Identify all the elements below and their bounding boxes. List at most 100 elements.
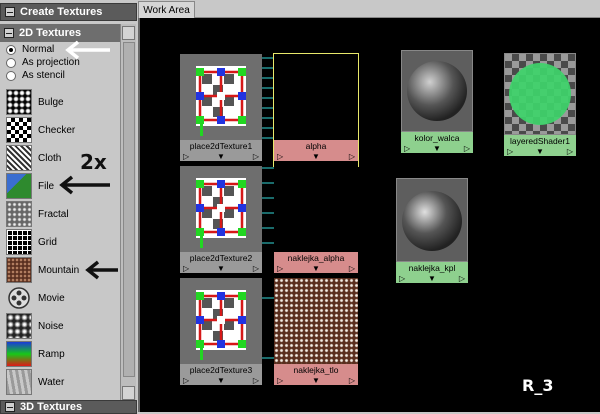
texture-label: alpha	[274, 140, 358, 151]
shader-node-naklejka-kpl[interactable]: naklejka_kpl ▷ ▼ ▷	[396, 178, 468, 288]
texture-item-noise[interactable]: Noise	[6, 312, 120, 340]
water-icon	[6, 369, 32, 395]
place2d-node-2[interactable]: place2dTexture2 ▷ ▼ ▷	[180, 166, 262, 278]
texture-item-ramp[interactable]: Ramp	[6, 340, 120, 368]
annotation-2x-label: 2x	[80, 150, 107, 174]
output-port-icon[interactable]: ▷	[253, 152, 259, 161]
texture-label: naklejka_tlo	[274, 364, 358, 375]
place2d-label: place2dTexture1	[180, 140, 262, 151]
expand-icon[interactable]: ▼	[217, 264, 225, 273]
node-controls[interactable]: ▷ ▼ ▷	[180, 263, 262, 273]
input-port-icon[interactable]: ▷	[507, 147, 513, 156]
output-port-icon[interactable]: ▷	[349, 264, 355, 273]
radio-normal[interactable]: Normal	[6, 44, 54, 55]
input-port-icon[interactable]: ▷	[399, 274, 405, 283]
shader-node-layeredshader1[interactable]: layeredShader1 ▷ ▼ ▷	[504, 53, 576, 161]
collapse-icon[interactable]	[4, 28, 14, 38]
texture-item-fractal[interactable]: Fractal	[6, 200, 120, 228]
texture-label: naklejka_alpha	[274, 252, 358, 263]
noise-icon	[6, 313, 32, 339]
place2d-swatch	[180, 54, 262, 140]
node-controls[interactable]: ▷ ▼ ▷	[401, 143, 473, 153]
sphere-icon	[509, 63, 571, 125]
scroll-down-icon[interactable]	[122, 386, 135, 400]
watermark-label: R_3	[522, 376, 554, 395]
hypershade-work-area[interactable]: place2dTexture1 ▷ ▼ ▷ place2dTexture2 ▷ ▼ ▷	[138, 18, 600, 412]
texture-item-grid[interactable]: Grid	[6, 228, 120, 256]
node-controls[interactable]: ▷ ▼ ▷	[396, 273, 468, 283]
output-port-icon[interactable]: ▷	[253, 264, 259, 273]
output-port-icon[interactable]: ▷	[349, 152, 355, 161]
input-port-icon[interactable]: ▷	[183, 376, 189, 385]
collapse-icon[interactable]	[5, 402, 15, 412]
place2d-icon	[196, 178, 246, 248]
texture-node-alpha[interactable]: alpha ▷ ▼ ▷	[273, 53, 359, 167]
input-port-icon[interactable]: ▷	[277, 264, 283, 273]
place2d-node-3[interactable]: place2dTexture3 ▷ ▼ ▷	[180, 278, 262, 390]
movie-icon	[6, 285, 32, 311]
input-port-icon[interactable]: ▷	[183, 152, 189, 161]
create-textures-panel: Create Textures 2D Textures Normal As pr…	[0, 0, 137, 414]
input-port-icon[interactable]: ▷	[277, 376, 283, 385]
tab-bar	[138, 0, 600, 18]
input-port-icon[interactable]: ▷	[404, 144, 410, 153]
texture-node-naklejka-alpha[interactable]: naklejka_alpha ▷ ▼ ▷	[274, 166, 358, 278]
cloth-icon	[6, 145, 32, 171]
fractal-icon	[6, 201, 32, 227]
shader-label: layeredShader1	[504, 135, 576, 146]
place2d-icon	[196, 66, 246, 136]
place2d-node-1[interactable]: place2dTexture1 ▷ ▼ ▷	[180, 54, 262, 166]
shader-swatch	[396, 178, 468, 262]
collapse-icon[interactable]	[5, 7, 15, 17]
node-controls[interactable]: ▷ ▼ ▷	[180, 151, 262, 161]
texture-item-water[interactable]: Water	[6, 368, 120, 396]
shader-node-kolor-walca[interactable]: kolor_walca ▷ ▼ ▷	[401, 50, 473, 158]
expand-icon[interactable]: ▼	[536, 147, 544, 156]
output-port-icon[interactable]: ▷	[567, 147, 573, 156]
input-port-icon[interactable]: ▷	[183, 264, 189, 273]
texture-swatch	[274, 166, 358, 252]
annotation-arrow-icon	[65, 40, 110, 60]
output-port-icon[interactable]: ▷	[253, 376, 259, 385]
annotation-arrow-icon	[85, 260, 118, 280]
annotation-arrow-icon	[59, 175, 110, 195]
scroll-up-icon[interactable]	[122, 26, 135, 40]
node-controls[interactable]: ▷ ▼ ▷	[274, 263, 358, 273]
output-port-icon[interactable]: ▷	[349, 376, 355, 385]
expand-icon[interactable]: ▼	[312, 376, 320, 385]
sphere-icon	[402, 191, 462, 251]
texture-node-naklejka-tlo[interactable]: naklejka_tlo ▷ ▼ ▷	[274, 278, 358, 390]
3d-textures-title: 3D Textures	[20, 401, 83, 413]
create-textures-title: Create Textures	[20, 6, 103, 18]
expand-icon[interactable]: ▼	[217, 152, 225, 161]
expand-icon[interactable]: ▼	[217, 376, 225, 385]
expand-icon[interactable]: ▼	[428, 274, 436, 283]
texture-swatch	[274, 54, 358, 140]
node-controls[interactable]: ▷ ▼ ▷	[274, 151, 358, 161]
output-port-icon[interactable]: ▷	[459, 274, 465, 283]
output-port-icon[interactable]: ▷	[464, 144, 470, 153]
node-controls[interactable]: ▷ ▼ ▷	[504, 146, 576, 156]
radio-dot-icon	[6, 70, 16, 81]
expand-icon[interactable]: ▼	[312, 264, 320, 273]
sphere-icon	[407, 61, 467, 121]
2d-textures-title: 2D Textures	[19, 27, 82, 39]
texture-swatch	[274, 278, 358, 364]
expand-icon[interactable]: ▼	[312, 152, 320, 161]
panel-scrollbar[interactable]	[120, 24, 136, 402]
place2d-swatch	[180, 166, 262, 252]
texture-item-movie[interactable]: Movie	[6, 284, 120, 312]
texture-item-bulge[interactable]: Bulge	[6, 88, 120, 116]
input-port-icon[interactable]: ▷	[277, 152, 283, 161]
shader-label: naklejka_kpl	[396, 262, 468, 273]
file-icon	[6, 173, 32, 199]
tab-work-area[interactable]: Work Area	[138, 1, 195, 18]
node-controls[interactable]: ▷ ▼ ▷	[274, 375, 358, 385]
radio-as-stencil[interactable]: As stencil	[6, 70, 65, 81]
texture-item-checker[interactable]: Checker	[6, 116, 120, 144]
scroll-thumb[interactable]	[123, 42, 135, 377]
expand-icon[interactable]: ▼	[433, 144, 441, 153]
shader-label: kolor_walca	[401, 132, 473, 143]
create-textures-header[interactable]: Create Textures	[0, 3, 137, 21]
node-controls[interactable]: ▷ ▼ ▷	[180, 375, 262, 385]
